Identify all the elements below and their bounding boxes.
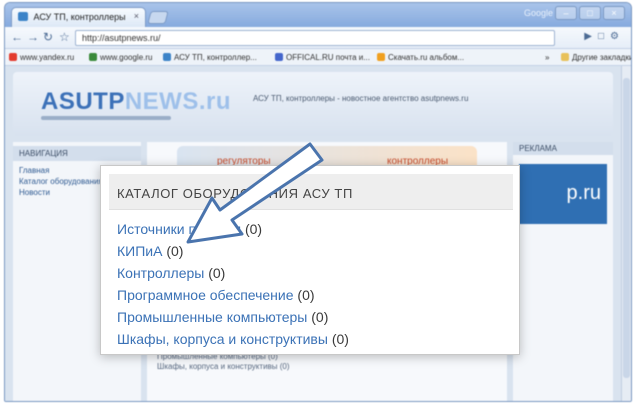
address-bar[interactable]: http://asutpnews.ru/ [75,30,555,46]
center-link[interactable]: Шкафы, корпуса и конструктивы (0) [157,362,497,372]
bookmark-favicon-icon [275,53,283,61]
site-header: ASUTPNEWS.ru АСУ ТП, контроллеры - новос… [13,72,613,136]
forward-icon[interactable]: → [27,31,39,43]
logo-tagline-bar [41,116,171,120]
arrow-shape [186,142,324,244]
right-sidebar: РЕКЛАМА p.ru [513,142,613,401]
header-description: АСУ ТП, контроллеры - новостное агентств… [253,94,469,103]
scrollbar-thumb[interactable] [623,78,630,378]
ad-banner[interactable]: p.ru [519,164,607,224]
maximize-button[interactable]: □ [579,6,601,20]
bookmarks-bar: www.yandex.ru www.google.ru АСУ ТП, конт… [5,49,631,66]
catalog-item[interactable]: Промышленные компьютеры (0) [117,306,513,328]
address-text: http://asutpnews.ru/ [82,33,161,43]
catalog-item[interactable]: Программное обеспечение (0) [117,284,513,306]
window-controls: – □ × [555,6,625,20]
minimize-button[interactable]: – [555,6,577,20]
close-window-button[interactable]: × [603,6,625,20]
bookmark-favicon-icon [377,53,385,61]
catalog-item[interactable]: Шкафы, корпуса и конструктивы (0) [117,328,513,350]
pointer-arrow-icon [186,142,324,244]
reload-icon[interactable]: ↻ [43,31,53,43]
bookmark-item[interactable]: Скачать.ru альбом... [377,53,464,62]
bookmark-favicon-icon [163,53,171,61]
bookmarks-more-button[interactable]: » [545,53,549,62]
favicon-icon [18,12,28,21]
bookmark-favicon-icon [89,53,97,61]
bookmark-item[interactable]: www.yandex.ru [9,53,74,62]
star-icon[interactable]: ☆ [59,31,70,43]
left-nav-header: НАВИГАЦИЯ [13,146,141,161]
right-sidebar-header: РЕКЛАМА [513,142,613,155]
browser-toolbar: ← → ↻ ☆ http://asutpnews.ru/ ▶□⚙ [5,27,631,49]
bookmark-item[interactable]: АСУ ТП, контроллер... [163,53,257,62]
catalog-item[interactable]: Контроллеры (0) [117,262,513,284]
bookmark-item[interactable]: OFFICAL.RU почта и... [275,53,370,62]
bookmark-item[interactable]: www.google.ru [89,53,152,62]
new-tab-button[interactable] [147,11,169,24]
browser-menu-icons[interactable]: ▶□⚙ [584,31,625,42]
other-bookmarks-button[interactable]: Другие закладки [561,53,631,62]
screenshot-stage: АСУ ТП, контроллеры × Google – □ × ← → ↻… [0,0,637,407]
center-text-block: Промышленные компьютеры (0) Шкафы, корпу… [157,352,497,372]
back-icon[interactable]: ← [11,31,23,43]
folder-icon [561,53,569,61]
site-logo[interactable]: ASUTPNEWS.ru [41,88,231,116]
browser-tab[interactable]: АСУ ТП, контроллеры × [11,7,146,27]
bookmark-favicon-icon [9,53,17,61]
window-user-label: Google [523,8,553,18]
title-bar: АСУ ТП, контроллеры × Google – □ × [5,3,631,27]
page-scrollbar[interactable] [621,66,631,401]
tab-close-icon[interactable]: × [134,11,139,21]
tab-title: АСУ ТП, контроллеры [33,12,126,22]
